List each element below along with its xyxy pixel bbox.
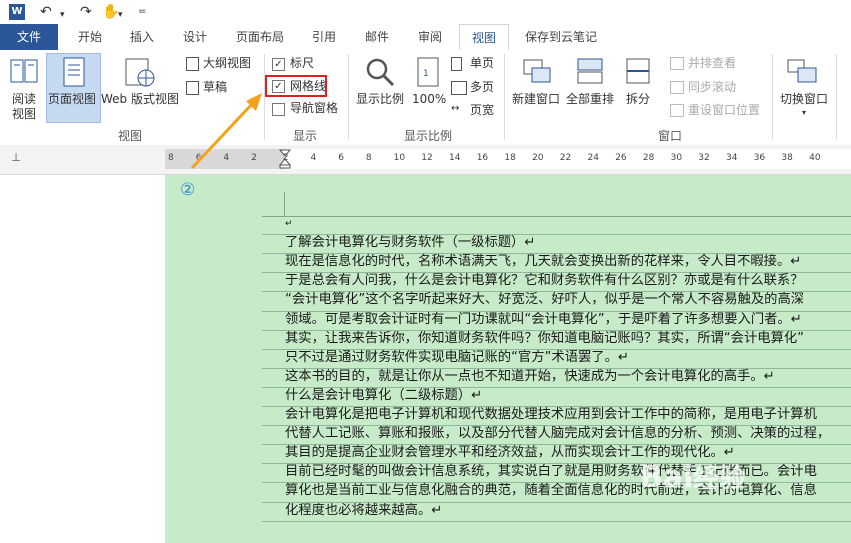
watermark: Bai经验 — [640, 460, 746, 495]
